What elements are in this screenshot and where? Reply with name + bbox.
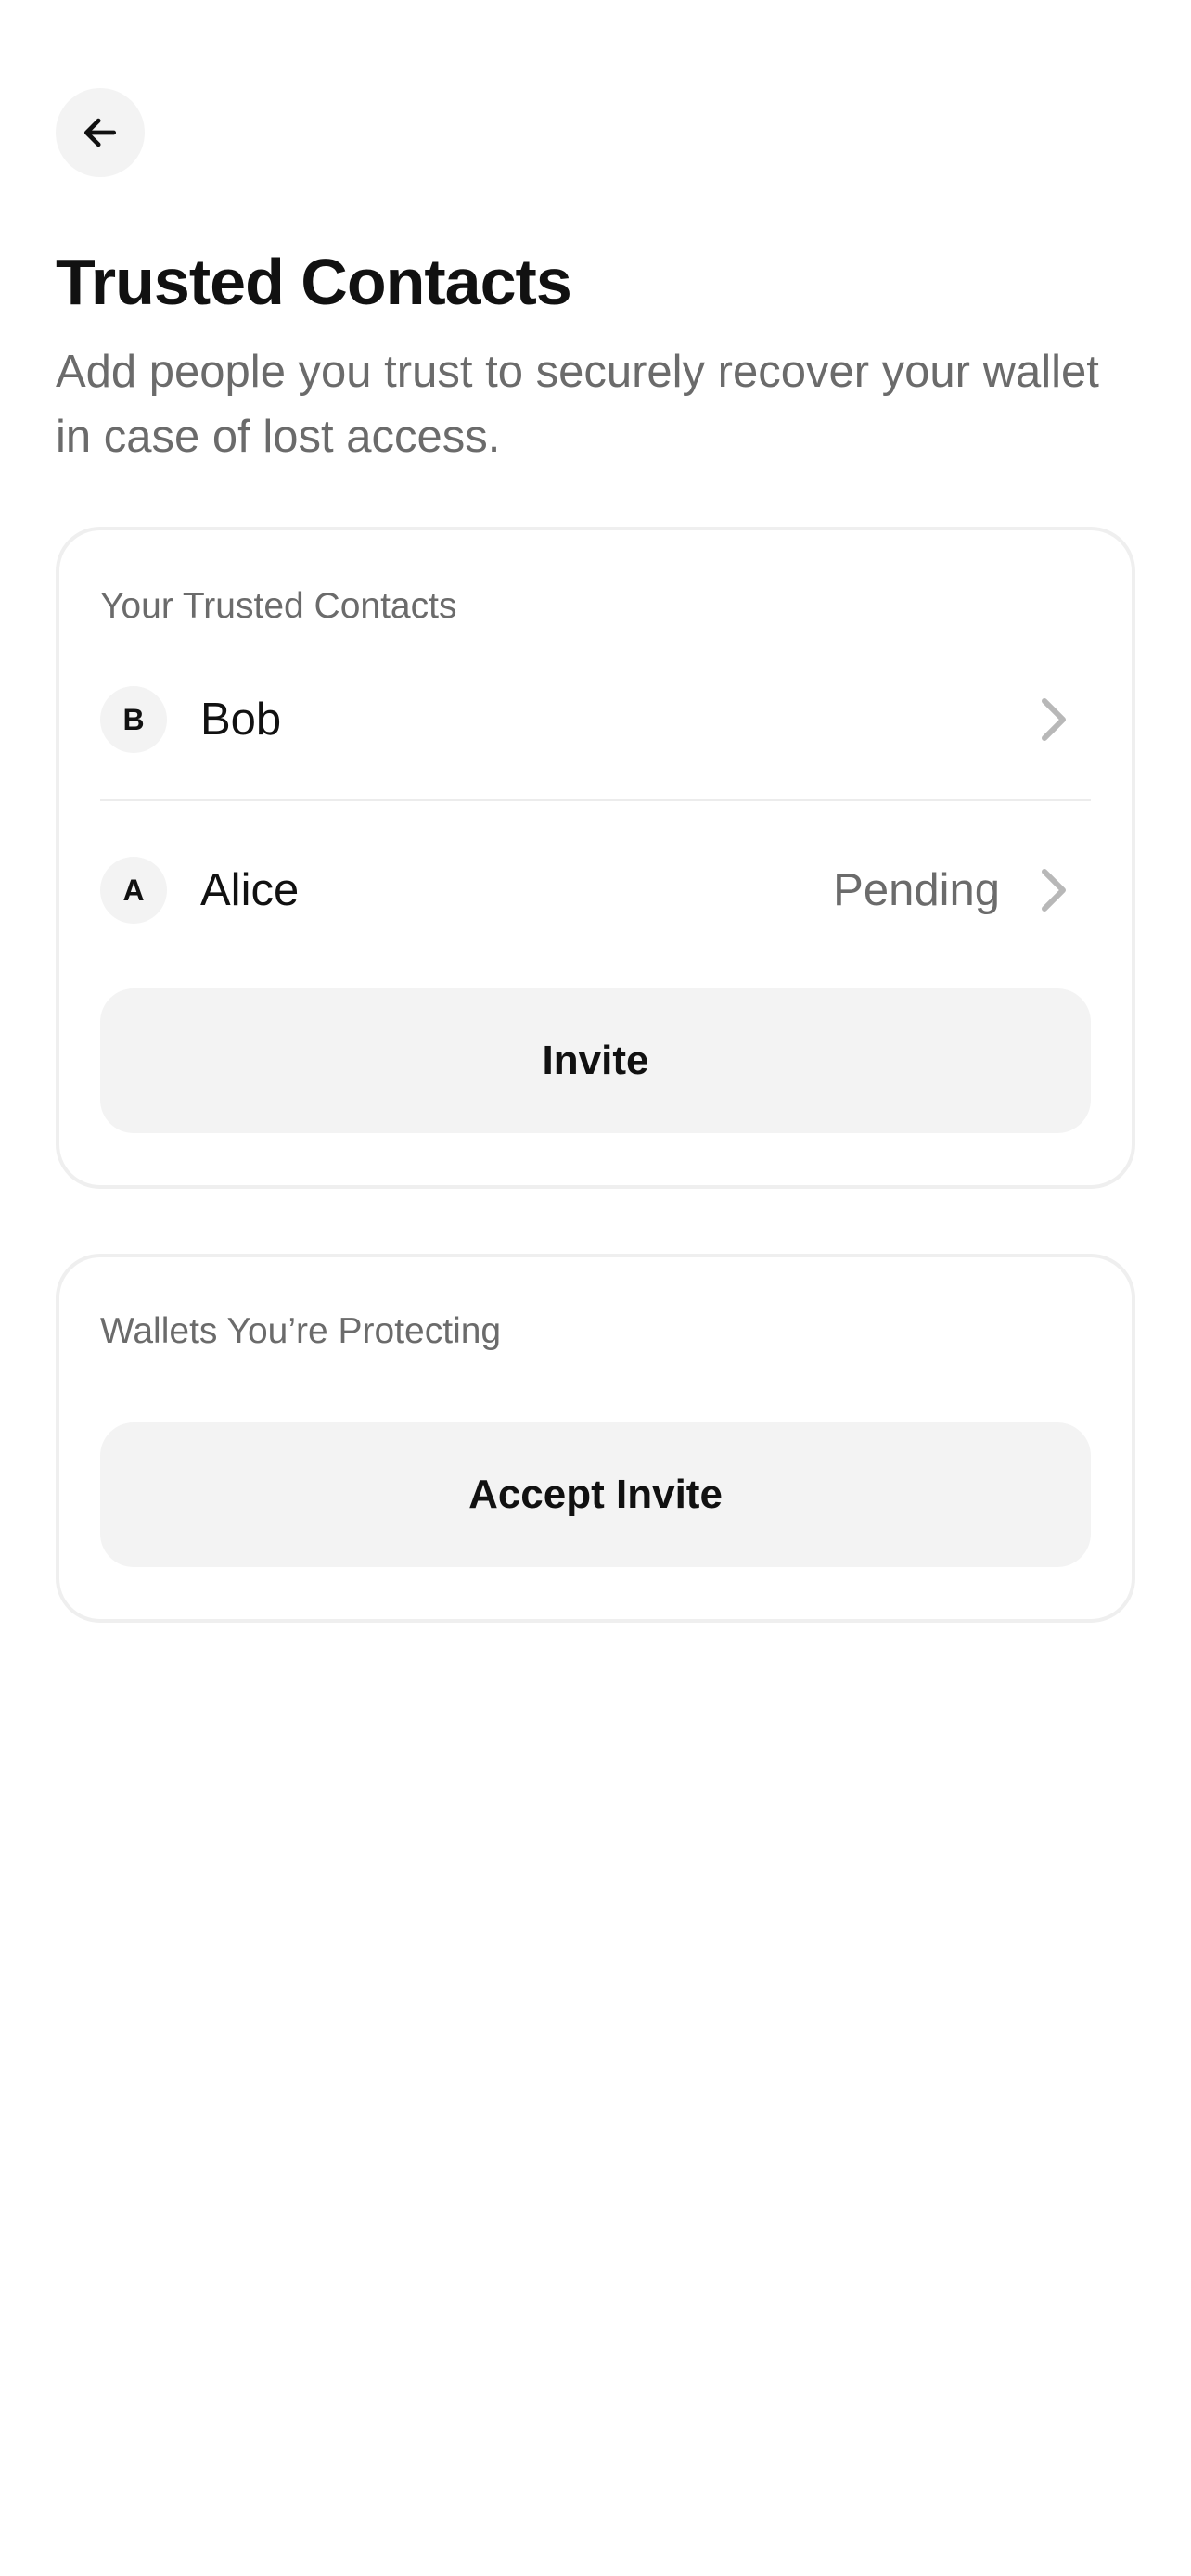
wallets-protecting-card: Wallets You’re Protecting Accept Invite [56,1254,1135,1623]
contact-name: Bob [200,695,282,745]
contact-row-bob[interactable]: B Bob [100,673,1091,766]
chevron-right-icon [1042,869,1066,912]
status-badge: Pending [833,865,1000,915]
avatar: B [100,686,167,753]
page-title: Trusted Contacts [56,246,572,318]
wallets-protecting-heading: Wallets You’re Protecting [100,1311,502,1351]
trusted-contacts-heading: Your Trusted Contacts [100,586,457,626]
contact-name: Alice [200,865,300,915]
trusted-contacts-card: Your Trusted Contacts B Bob A Alice Pend… [56,527,1135,1189]
accept-invite-button[interactable]: Accept Invite [100,1422,1091,1567]
arrow-left-icon [83,118,117,147]
back-button[interactable] [56,88,145,177]
chevron-right-icon [1042,698,1066,741]
avatar: A [100,857,167,924]
invite-button[interactable]: Invite [100,988,1091,1133]
page-subtitle: Add people you trust to securely recover… [56,347,1099,462]
contact-row-alice[interactable]: A Alice Pending [100,844,1091,937]
trusted-contacts-screen: Trusted Contacts Add people you trust to… [0,0,1191,2576]
divider [100,799,1091,801]
